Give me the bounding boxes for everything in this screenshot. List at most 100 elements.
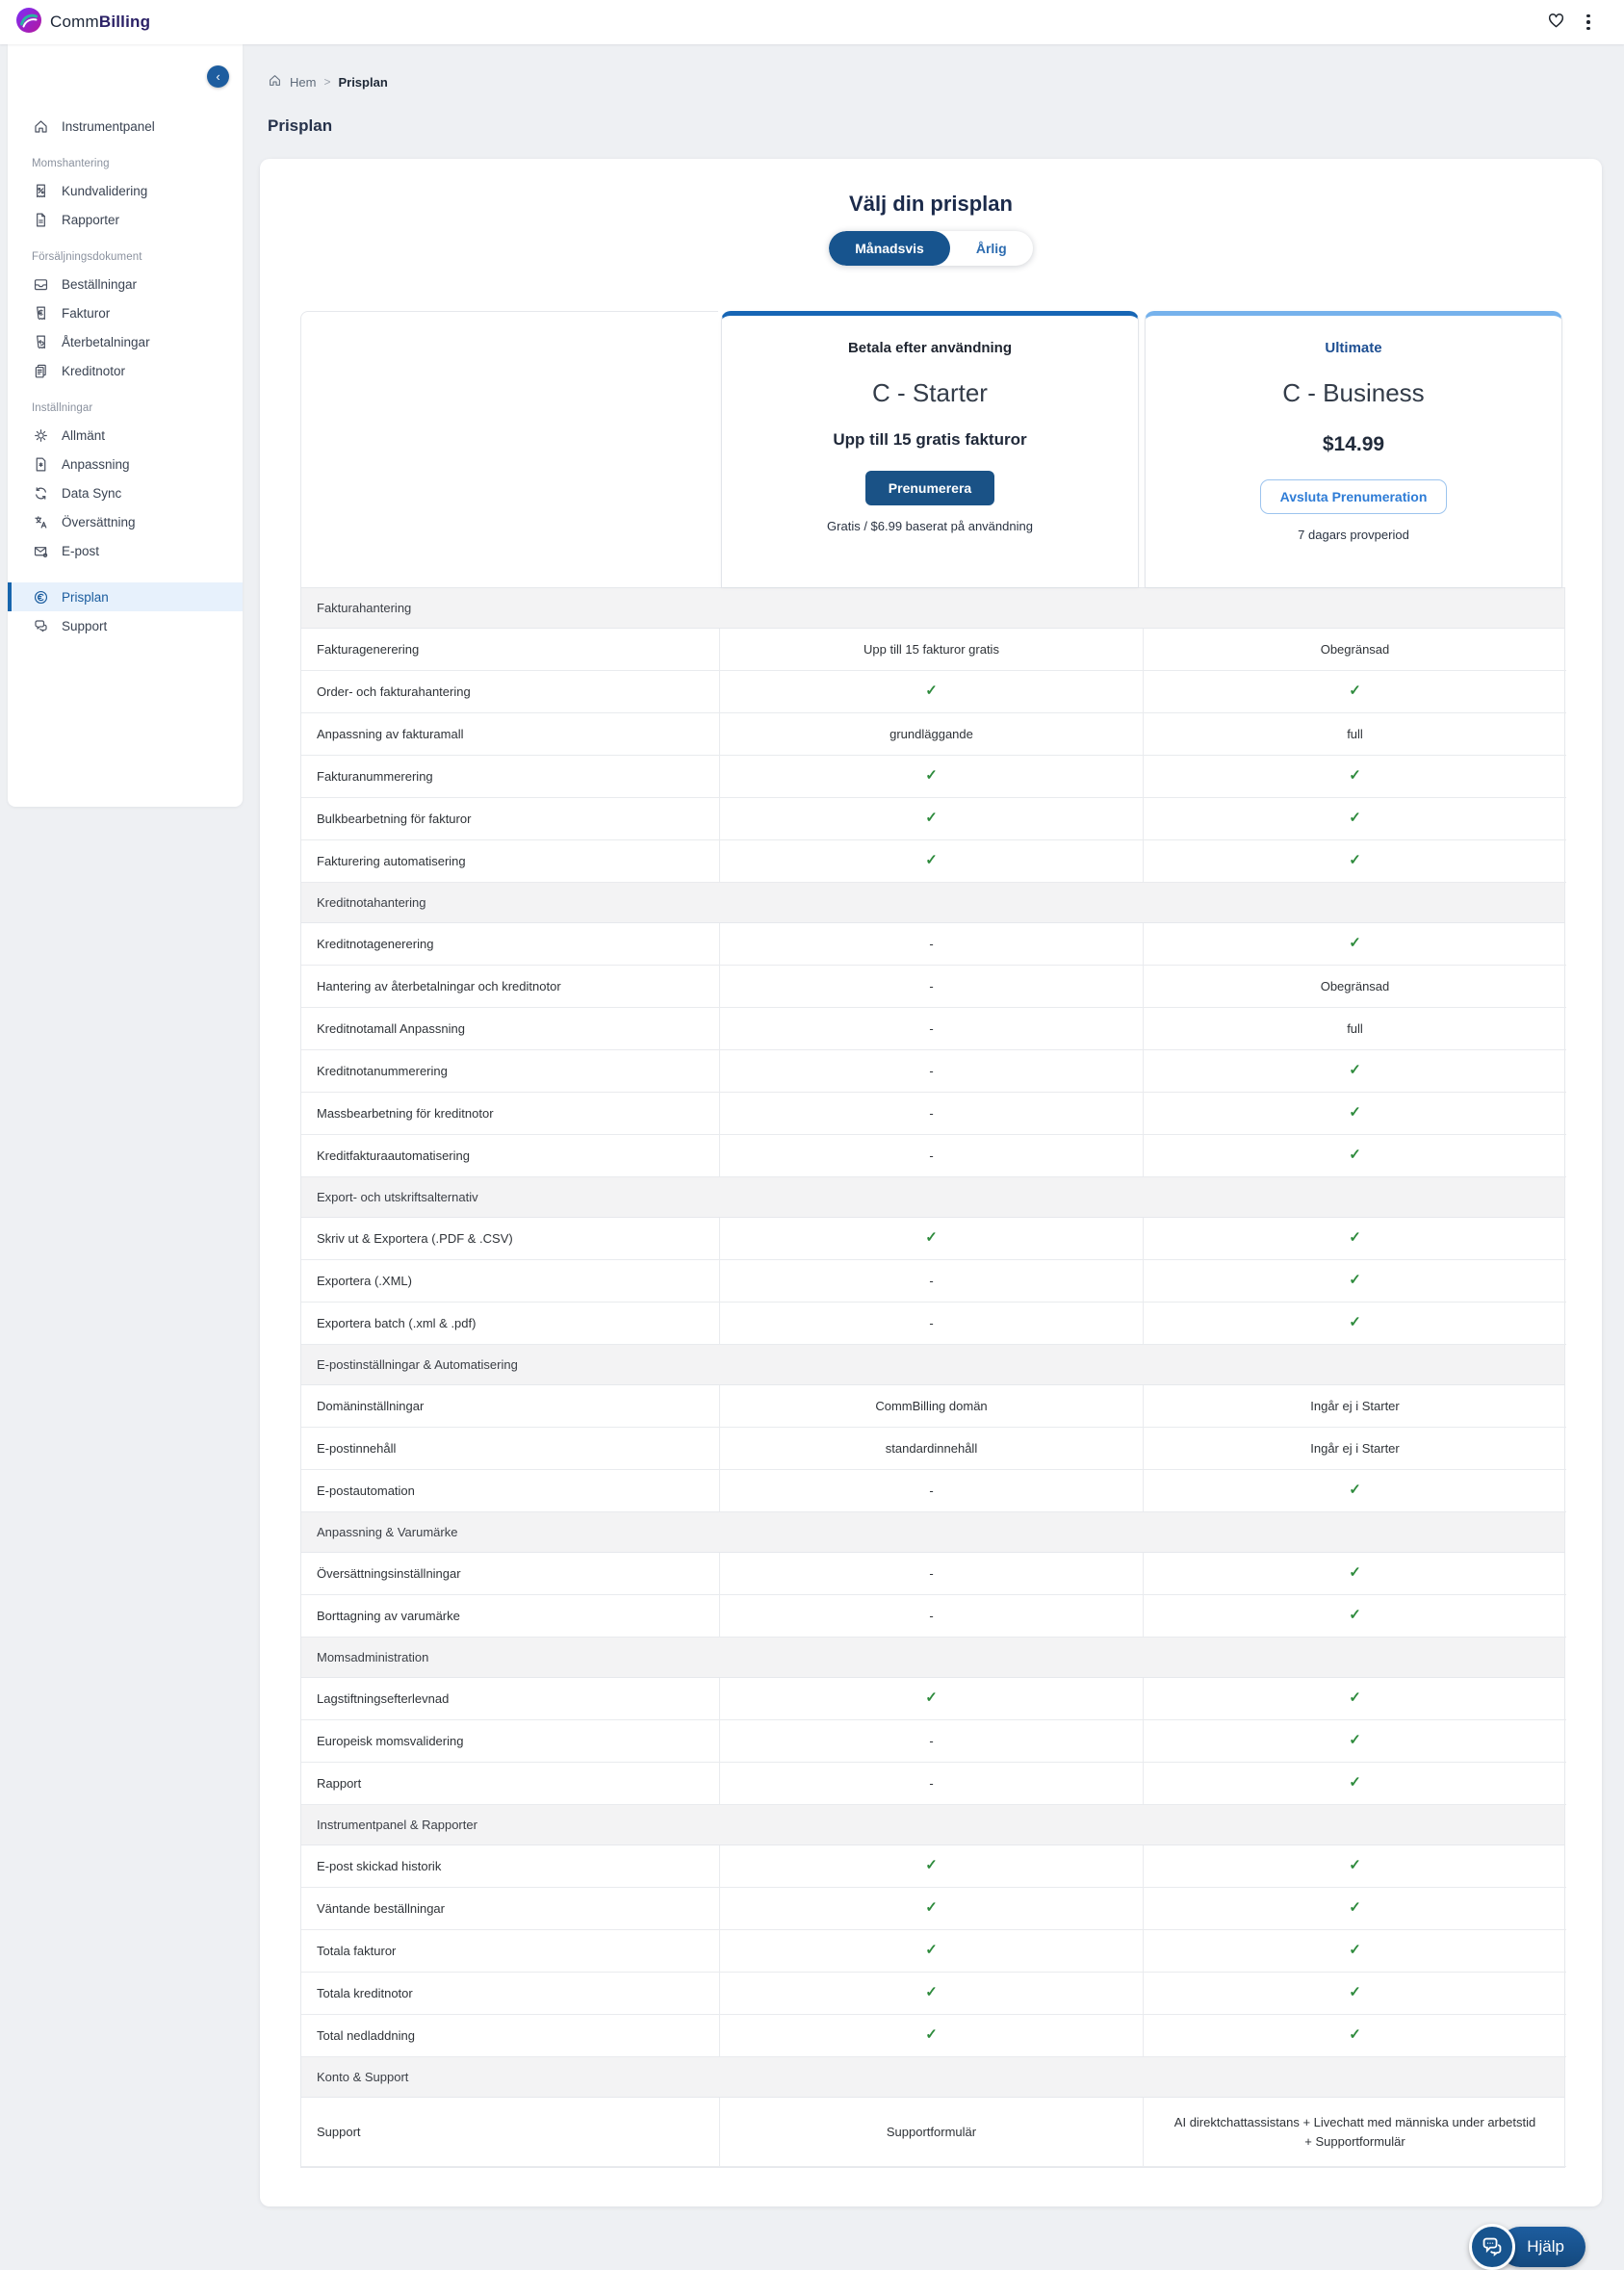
- sidebar-item-label: Prisplan: [62, 589, 109, 605]
- overflow-menu-button[interactable]: [1572, 6, 1605, 39]
- brand-logo: CommBilling: [15, 7, 150, 39]
- toggle-monthly[interactable]: Månadsvis: [829, 231, 950, 266]
- plan-value-cell: -: [719, 1595, 1143, 1638]
- plan-value-cell: ✓: [1143, 1930, 1566, 1973]
- check-icon: ✓: [1349, 1774, 1361, 1792]
- plan-caption: Gratis / $6.99 baserat på användning: [827, 519, 1033, 533]
- table-row-borttagning-av-varum-rke: Borttagning av varumärke - ✓: [301, 1595, 1566, 1638]
- plan-value-cell: ✓: [719, 1930, 1143, 1973]
- table-row-skriv-ut-exportera-pdf-csv: Skriv ut & Exportera (.PDF & .CSV) ✓ ✓: [301, 1218, 1566, 1260]
- feature-comparison-table: Fakturahantering Fakturagenerering Upp til…: [300, 587, 1566, 2168]
- breadcrumb-current: Prisplan: [338, 74, 388, 90]
- sidebar-item-instrumentpanel[interactable]: Instrumentpanel: [8, 112, 243, 141]
- feature-name: Fakturanummerering: [301, 756, 719, 798]
- table-row-fakturering-automatisering: Fakturering automatisering ✓ ✓: [301, 840, 1566, 883]
- check-icon: ✓: [1349, 767, 1361, 785]
- plan-value-cell: Obegränsad: [1143, 629, 1566, 671]
- feature-name: Bulkbearbetning för fakturor: [301, 798, 719, 840]
- sidebar-item-fakturor[interactable]: Fakturor: [8, 298, 243, 327]
- support-chat-icon: [32, 617, 49, 634]
- feature-name: Domäninställningar: [301, 1385, 719, 1428]
- table-row-support: Support Supportformulär AI direktchattassi…: [301, 2098, 1566, 2167]
- toggle-yearly[interactable]: Årlig: [950, 231, 1033, 266]
- check-icon: ✓: [1349, 1857, 1361, 1874]
- check-icon: ✓: [925, 810, 938, 827]
- table-row-europeisk-momsvalidering: Europeisk momsvalidering - ✓: [301, 1720, 1566, 1763]
- plan-value-cell: ✓: [1143, 1135, 1566, 1177]
- sidebar-item-terbetalningar[interactable]: Återbetalningar: [8, 327, 243, 356]
- sidebar-item-label: Allmänt: [62, 427, 106, 443]
- chat-bubbles-icon: [1469, 2224, 1516, 2270]
- plan-value-cell: -: [719, 1303, 1143, 1345]
- plan-value-cell: ✓: [1143, 1553, 1566, 1595]
- plan-value-cell: -: [719, 1763, 1143, 1805]
- table-row-exportera-batch-xml-pdf: Exportera batch (.xml & .pdf) - ✓: [301, 1303, 1566, 1345]
- check-icon: ✓: [1349, 1062, 1361, 1079]
- plan-value-cell: ✓: [1143, 1595, 1566, 1638]
- sidebar-item-e-post[interactable]: E-post: [8, 536, 243, 565]
- check-icon: ✓: [1349, 1899, 1361, 1917]
- sidebar-item-kreditnotor[interactable]: Kreditnotor: [8, 356, 243, 385]
- check-icon: ✓: [1349, 1147, 1361, 1164]
- plan-value-cell: -: [719, 1553, 1143, 1595]
- table-row-hantering-av-terbetalningar-och-kreditnotor: Hantering av återbetalningar och kreditn…: [301, 966, 1566, 1008]
- plan-value-cell: -: [719, 1008, 1143, 1050]
- table-row-fakturanummerering: Fakturanummerering ✓ ✓: [301, 756, 1566, 798]
- table-row-e-postinneh-ll: E-postinnehåll standardinnehåll Ingår ej i…: [301, 1428, 1566, 1470]
- sidebar-item-label: Instrumentpanel: [62, 118, 155, 134]
- sidebar-group-label: Inställningar: [32, 402, 93, 414]
- cancel-subscription-button[interactable]: Avsluta Prenumeration: [1259, 479, 1448, 514]
- breadcrumb-home[interactable]: Hem: [290, 75, 316, 90]
- main-content: Hem > Prisplan Prisplan Välj din prispla…: [243, 44, 1624, 2270]
- plan-tier-label: Ultimate: [1325, 340, 1382, 356]
- favorite-button[interactable]: [1539, 6, 1572, 39]
- feature-name: Massbearbetning för kreditnotor: [301, 1093, 719, 1135]
- report-icon: [32, 211, 49, 228]
- heart-icon: [1546, 10, 1566, 35]
- table-row-kreditnotanummerering: Kreditnotanummerering - ✓: [301, 1050, 1566, 1093]
- sidebar-item-best-llningar[interactable]: Beställningar: [8, 270, 243, 298]
- plan-value-cell: ✓: [1143, 1845, 1566, 1888]
- table-row-kreditnotamall-anpassning: Kreditnotamall Anpassning - full: [301, 1008, 1566, 1050]
- sidebar-item-support[interactable]: Support: [8, 611, 243, 640]
- help-button[interactable]: Hjälp: [1469, 2224, 1585, 2270]
- feature-name: Översättningsinställningar: [301, 1553, 719, 1595]
- sidebar-item-rapporter[interactable]: Rapporter: [8, 205, 243, 234]
- check-icon: ✓: [925, 1899, 938, 1917]
- feature-name: Europeisk momsvalidering: [301, 1720, 719, 1763]
- sidebar-group-label: Momshantering: [32, 158, 110, 169]
- plan-value-cell: ✓: [1143, 1218, 1566, 1260]
- plan-value-cell: Upp till 15 fakturor gratis: [719, 629, 1143, 671]
- sidebar-item-vers-ttning[interactable]: Översättning: [8, 507, 243, 536]
- customization-doc-icon: [32, 455, 49, 473]
- receipt-percent-icon: [32, 182, 49, 199]
- subscribe-button[interactable]: Prenumerera: [864, 471, 995, 505]
- sidebar-item-kundvalidering[interactable]: Kundvalidering: [8, 176, 243, 205]
- plan-value-cell: ✓: [1143, 923, 1566, 966]
- gear-icon: [32, 426, 49, 444]
- sidebar-item-label: Beställningar: [62, 276, 138, 292]
- feature-name: E-post skickad historik: [301, 1845, 719, 1888]
- check-icon: ✓: [1349, 1732, 1361, 1749]
- table-row-order-och-fakturahantering: Order- och fakturahantering ✓ ✓: [301, 671, 1566, 713]
- plan-value-cell: -: [719, 923, 1143, 966]
- sidebar-item-label: Rapporter: [62, 212, 120, 227]
- sidebar-item-data-sync[interactable]: Data Sync: [8, 478, 243, 507]
- check-icon: ✓: [1349, 1104, 1361, 1122]
- home-icon: [32, 117, 49, 135]
- plan-caption: 7 dagars provperiod: [1298, 528, 1409, 542]
- plan-value-cell: Obegränsad: [1143, 966, 1566, 1008]
- feature-name: Fakturering automatisering: [301, 840, 719, 883]
- page-title: Prisplan: [268, 116, 333, 135]
- sidebar-collapse-button[interactable]: ‹: [207, 65, 229, 88]
- sidebar-item-allm-nt[interactable]: Allmänt: [8, 421, 243, 450]
- plan-value-cell: Supportformulär: [719, 2098, 1143, 2167]
- sidebar-item-anpassning[interactable]: Anpassning: [8, 450, 243, 478]
- plan-value-cell: -: [719, 1093, 1143, 1135]
- sidebar-item-prisplan[interactable]: Prisplan: [8, 582, 243, 611]
- plan-value-cell: grundläggande: [719, 713, 1143, 756]
- plan-value-cell: ✓: [1143, 2015, 1566, 2057]
- plan-value-cell: ✓: [719, 1845, 1143, 1888]
- check-icon: ✓: [925, 1984, 938, 2001]
- feature-name: Totala kreditnotor: [301, 1973, 719, 2015]
